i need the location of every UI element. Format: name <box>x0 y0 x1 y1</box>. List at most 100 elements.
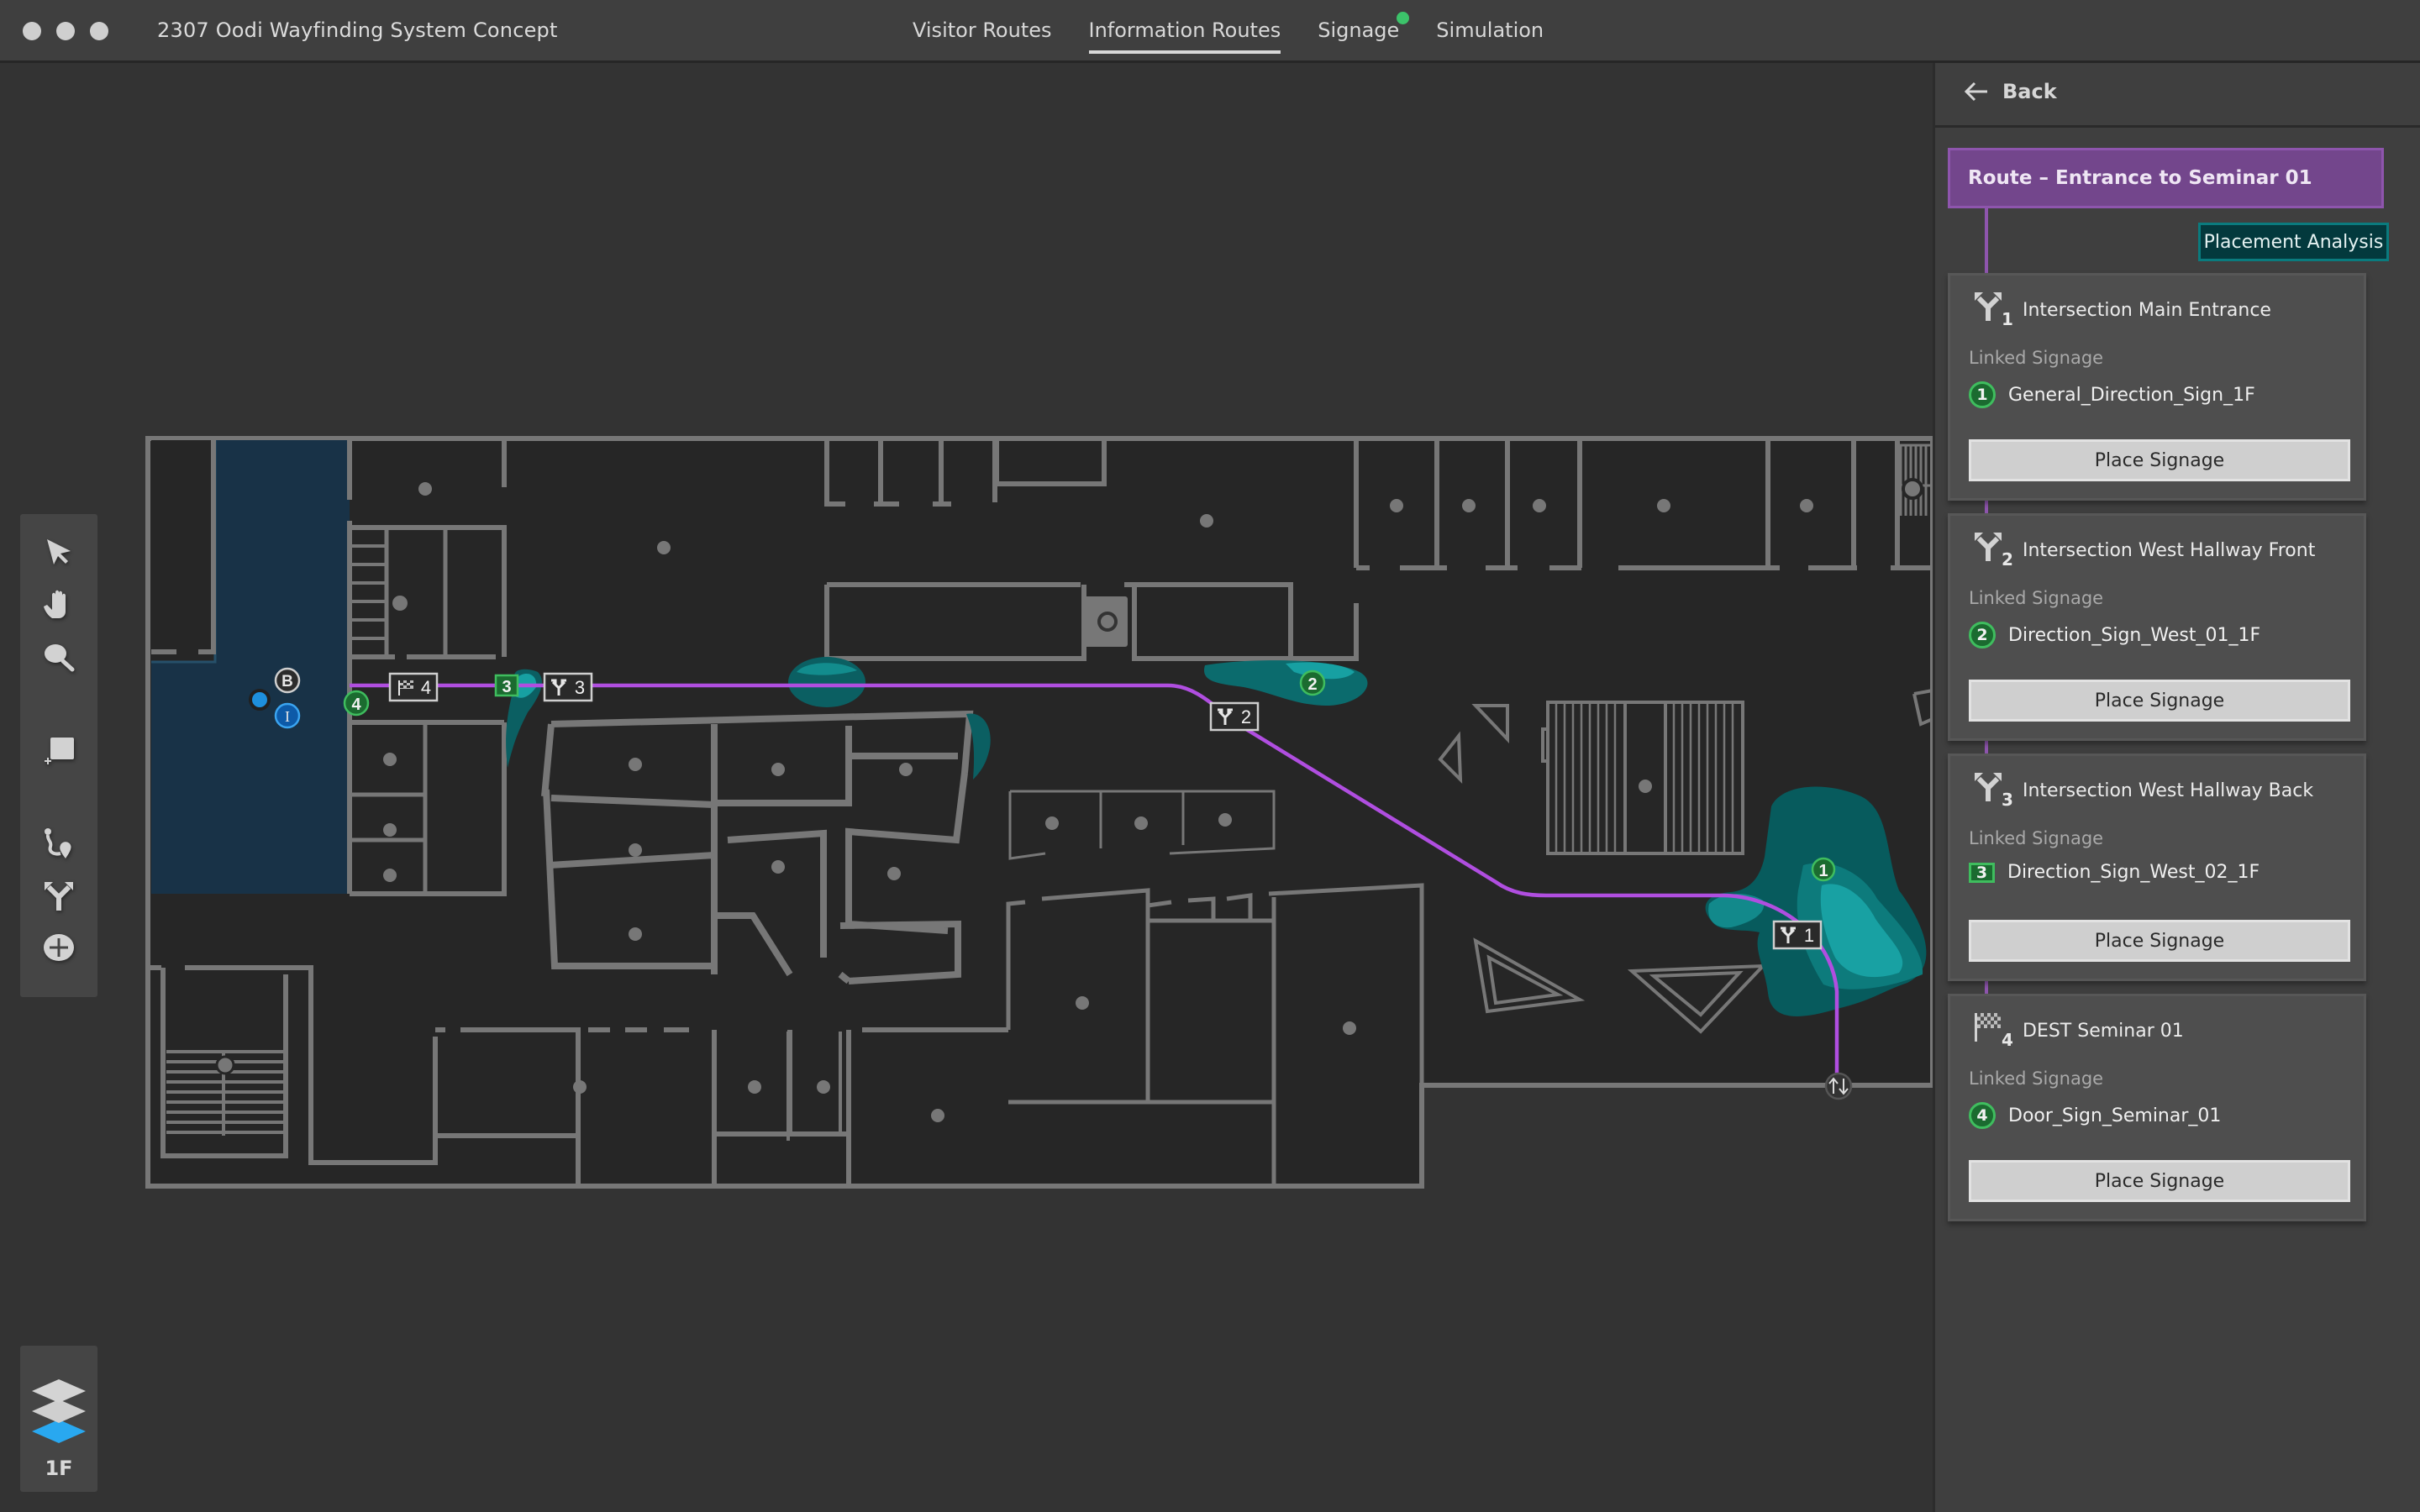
zoom-tool-button[interactable] <box>39 637 79 677</box>
route-node-card[interactable]: 3 Intersection West Hallway Back Linked … <box>1948 753 2366 981</box>
node-title: DEST Seminar 01 <box>2023 1021 2184 1042</box>
tab-signage-label: Signage <box>1318 18 1400 42</box>
linked-signage-label: Linked Signage <box>1969 828 2104 848</box>
add-rectangle-icon <box>45 738 74 764</box>
select-tool-button[interactable] <box>39 533 79 573</box>
node-index: 1 <box>2002 309 2013 329</box>
intersection-tool-button[interactable] <box>39 875 79 916</box>
floor-label: 1F <box>45 1457 73 1480</box>
add-area-tool-button[interactable] <box>39 729 79 769</box>
back-button[interactable]: Back <box>1964 80 2057 103</box>
up-down-arrows-icon[interactable] <box>1824 1072 1853 1100</box>
tab-signage[interactable]: Signage <box>1318 12 1410 42</box>
node-title: Intersection Main Entrance <box>2023 300 2271 321</box>
main-tabs: Visitor Routes Information Routes Signag… <box>913 12 1544 54</box>
magnifier-icon <box>45 644 75 672</box>
current-location-dot <box>249 689 271 711</box>
intersection-tag-2[interactable]: 2 <box>1209 701 1260 732</box>
linked-sign-item[interactable]: 2 Direction_Sign_West_01_1F <box>1969 622 2260 648</box>
linked-sign-item[interactable]: 4 Door_Sign_Seminar_01 <box>1969 1102 2221 1129</box>
route-detail-panel: Back Route – Entrance to Seminar 01 Plac… <box>1933 63 2420 1512</box>
linked-sign-item[interactable]: 3 Direction_Sign_West_02_1F <box>1969 862 2260 883</box>
sign-name: Door_Sign_Seminar_01 <box>2008 1105 2222 1126</box>
sign-name: General_Direction_Sign_1F <box>2008 384 2255 406</box>
route-node-card[interactable]: 2 Intersection West Hallway Front Linked… <box>1948 513 2366 741</box>
sign-name: Direction_Sign_West_01_1F <box>2008 624 2261 646</box>
title-bar: 2307 Oodi Wayfinding System Concept Visi… <box>0 0 2420 63</box>
entrance-i-label: I <box>285 708 290 725</box>
window-maximize-button[interactable] <box>90 22 108 40</box>
destination-tag-4[interactable]: 4 <box>388 672 439 702</box>
app-title: 2307 Oodi Wayfinding System Concept <box>157 18 558 42</box>
place-signage-button[interactable]: Place Signage <box>1969 680 2350 722</box>
layers-icon <box>32 1379 86 1443</box>
tab-simulation[interactable]: Simulation <box>1436 18 1544 42</box>
route-node-card[interactable]: 4 DEST Seminar 01 Linked Signage 4 Door_… <box>1948 994 2366 1221</box>
sign-marker-3[interactable]: 3 <box>494 674 519 697</box>
linked-signage-label: Linked Signage <box>1969 588 2104 608</box>
floor-plan[interactable]: B I 4 3 2 1 4 3 2 1 <box>0 63 1933 1512</box>
linked-signage-label: Linked Signage <box>1969 348 2104 368</box>
tab-information-routes[interactable]: Information Routes <box>1088 18 1281 54</box>
svg-text:1: 1 <box>1804 925 1814 946</box>
layer-switcher[interactable]: 1F <box>20 1346 97 1492</box>
intersection-tag-3[interactable]: 3 <box>543 672 593 702</box>
tool-palette <box>20 514 97 997</box>
route-tool-button[interactable] <box>39 823 79 864</box>
window-close-button[interactable] <box>23 22 41 40</box>
layer-1f <box>32 1420 86 1443</box>
place-signage-button[interactable]: Place Signage <box>1969 920 2350 962</box>
route-node-card[interactable]: 1 Intersection Main Entrance Linked Sign… <box>1948 273 2366 501</box>
entrance-b-label: B <box>281 673 293 690</box>
place-signage-button[interactable]: Place Signage <box>1969 439 2350 481</box>
sign-marker-1[interactable]: 1 <box>1811 857 1836 882</box>
notification-dot <box>1397 12 1410 24</box>
cursor-arrow-icon <box>47 539 71 564</box>
entrance-area <box>151 440 350 894</box>
route-title[interactable]: Route – Entrance to Seminar 01 <box>1948 148 2384 208</box>
svg-text:2: 2 <box>1241 706 1251 727</box>
fork-arrow-icon <box>45 882 73 911</box>
pan-tool-button[interactable] <box>39 585 79 625</box>
svg-text:3: 3 <box>502 678 511 696</box>
hand-icon <box>44 590 66 618</box>
sign-number-badge: 2 <box>1969 622 1996 648</box>
arrow-left-icon <box>1964 81 1987 102</box>
sign-marker-4[interactable]: 4 <box>343 690 370 717</box>
entrance-b-marker: B <box>274 667 301 694</box>
fork-arrow-icon <box>1975 533 2002 561</box>
sign-number-badge: 3 <box>1969 862 1995 883</box>
window-minimize-button[interactable] <box>56 22 75 40</box>
place-signage-button[interactable]: Place Signage <box>1969 1160 2350 1202</box>
intersection-tag-1[interactable]: 1 <box>1772 920 1823 950</box>
placement-analysis-button[interactable]: Placement Analysis <box>2198 223 2389 261</box>
node-header: 3 Intersection West Hallway Back <box>1974 771 2314 810</box>
back-label: Back <box>2002 80 2057 103</box>
svg-text:3: 3 <box>575 677 585 698</box>
sign-number-badge: 1 <box>1969 381 1996 408</box>
fork-arrow-icon <box>1975 773 2002 801</box>
elevator-icon <box>1084 596 1128 647</box>
layer-3f <box>32 1379 86 1403</box>
tab-visitor-routes[interactable]: Visitor Routes <box>913 18 1052 42</box>
svg-text:4: 4 <box>421 677 431 698</box>
svg-text:2: 2 <box>1307 675 1317 694</box>
linked-sign-item[interactable]: 1 General_Direction_Sign_1F <box>1969 381 2255 408</box>
node-title: Intersection West Hallway Back <box>2023 780 2314 801</box>
layer-2f <box>32 1399 86 1423</box>
sign-name: Direction_Sign_West_02_1F <box>2007 862 2260 883</box>
route-pins-icon <box>45 828 71 858</box>
node-index: 2 <box>2002 549 2013 570</box>
plus-circle-icon <box>44 934 74 961</box>
node-title: Intersection West Hallway Front <box>2023 540 2316 561</box>
entrance-i-marker: I <box>274 702 301 729</box>
linked-signage-label: Linked Signage <box>1969 1068 2104 1089</box>
node-index: 4 <box>2002 1030 2013 1050</box>
map-canvas[interactable]: B I 4 3 2 1 4 3 2 1 <box>0 63 1933 1512</box>
add-tool-button[interactable] <box>39 927 79 968</box>
node-header: 4 DEST Seminar 01 <box>1974 1011 2184 1050</box>
svg-text:4: 4 <box>351 696 361 714</box>
fork-arrow-icon <box>1975 292 2002 321</box>
sign-marker-2[interactable]: 2 <box>1299 669 1326 696</box>
checkered-flag-icon <box>1975 1013 2001 1042</box>
